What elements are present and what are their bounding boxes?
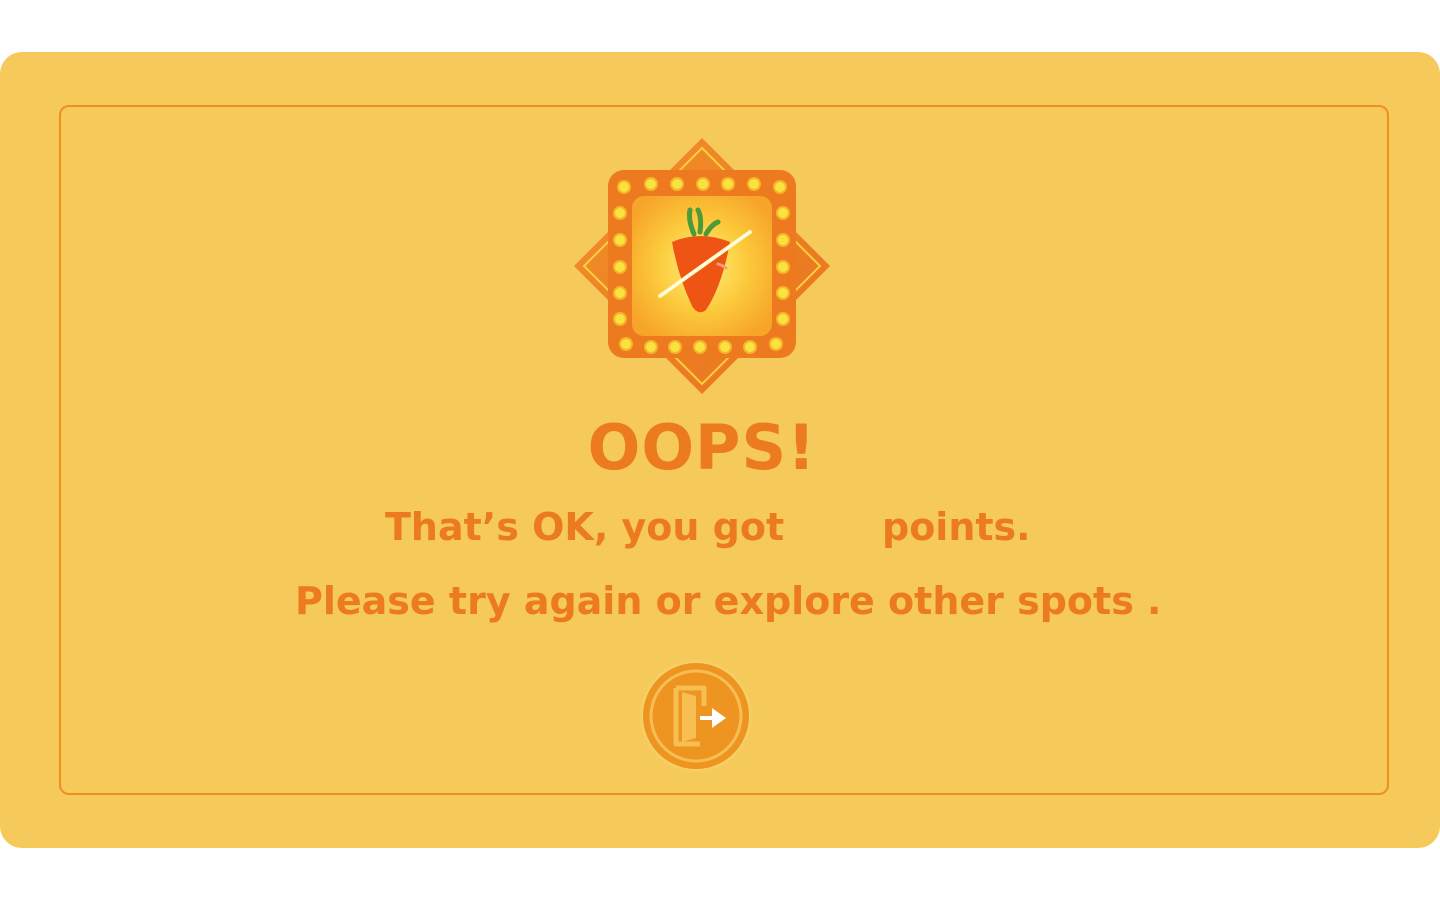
exit-button[interactable]	[638, 658, 754, 774]
points-message-prefix: That’s OK, you got	[385, 505, 785, 549]
points-message-suffix: points.	[882, 505, 1031, 549]
result-panel: OOPS! That’s OK, you got points. Please …	[0, 52, 1440, 848]
points-message: That’s OK, you got points.	[0, 502, 1404, 552]
carrot-badge-icon	[572, 136, 832, 396]
exit-door-icon	[638, 658, 754, 774]
retry-message: Please try again or explore other spots …	[295, 579, 1162, 623]
result-title: OOPS!	[587, 411, 817, 484]
